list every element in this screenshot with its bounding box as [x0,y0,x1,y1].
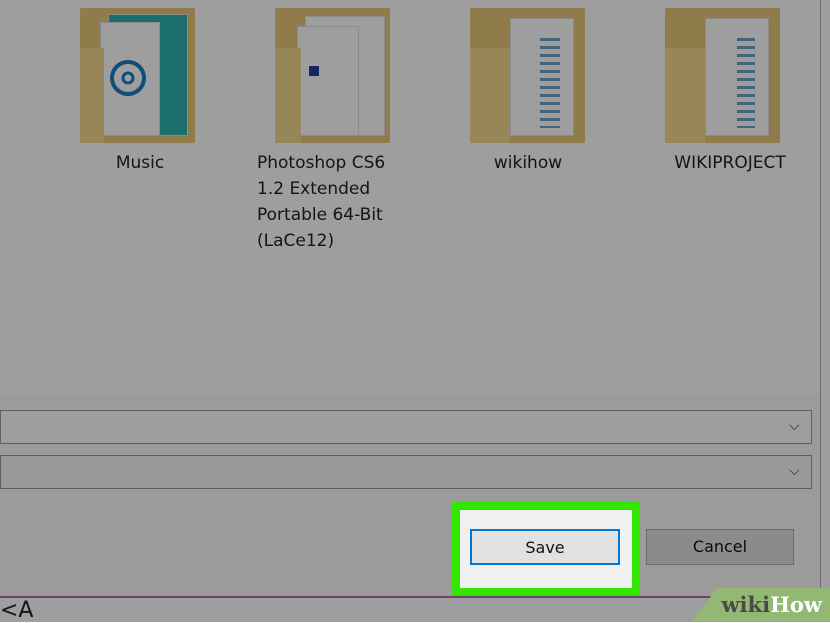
folder-label: Music [115,153,165,173]
chevron-down-icon[interactable]: ⌵ [789,418,805,434]
watermark-how: How [770,592,822,617]
folder-item-photoshop[interactable]: Photoshop CS6 1.2 Extended Portable 64-B… [257,8,425,298]
folder-icon [470,8,585,143]
folder-icon [665,8,780,143]
chevron-down-icon[interactable]: ⌵ [789,463,805,479]
cancel-button[interactable]: Cancel [646,529,794,565]
save-button-focused[interactable]: Save [470,529,620,565]
file-name-combobox[interactable]: ⌵ [0,410,812,444]
watermark-wiki: wiki [721,592,771,617]
folder-label: Photoshop CS6 1.2 Extended Portable 64-B… [257,153,386,251]
folder-label: wikihow [493,153,563,173]
folder-icon [275,8,390,143]
photoshop-logo-icon [309,66,319,76]
file-list-area: Music Photoshop CS6 1.2 Extended Portabl… [0,0,820,394]
folder-item-music[interactable]: Music [80,8,230,298]
music-disc-icon [110,60,146,96]
save-as-dialog: Music Photoshop CS6 1.2 Extended Portabl… [0,0,821,598]
folder-label: WIKIPROJECT [674,153,786,173]
save-as-type-combobox[interactable]: ⌵ [0,455,812,489]
background-text: <A [0,598,34,623]
folder-item-wikiproject[interactable]: WIKIPROJECT [665,8,815,298]
folder-icon [80,8,195,143]
folder-item-wikihow[interactable]: wikihow [470,8,620,298]
